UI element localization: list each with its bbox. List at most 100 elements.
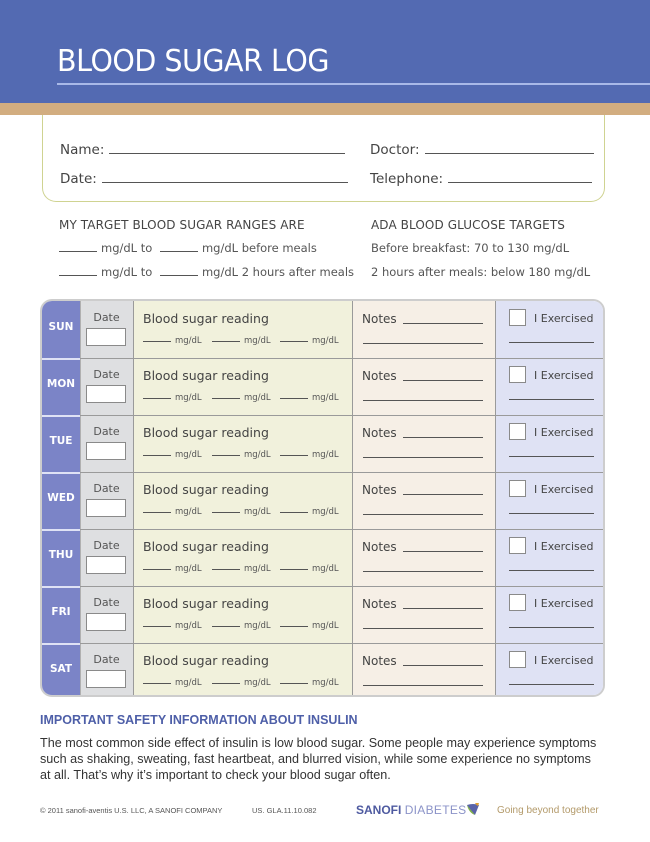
reading-input-1[interactable]: mg/dL bbox=[143, 336, 202, 346]
unit-label: mg/dL bbox=[175, 507, 202, 517]
ada-targets-heading: ADA BLOOD GLUCOSE TARGETS bbox=[371, 218, 565, 232]
exercised-checkbox[interactable] bbox=[509, 309, 526, 326]
notes-input-line[interactable] bbox=[403, 380, 483, 381]
reading-input-2[interactable]: mg/dL bbox=[212, 393, 271, 403]
unit-label: mg/dL bbox=[312, 564, 339, 574]
day-label: MON bbox=[46, 378, 76, 390]
notes-input-line[interactable] bbox=[363, 514, 483, 515]
notes-input-line[interactable] bbox=[363, 571, 483, 572]
exercise-input-line[interactable] bbox=[509, 570, 594, 571]
exercised-checkbox[interactable] bbox=[509, 594, 526, 611]
exercise-input-line[interactable] bbox=[509, 513, 594, 514]
reading-input-3[interactable]: mg/dL bbox=[280, 393, 339, 403]
header-banner: BLOOD SUGAR LOG bbox=[0, 0, 650, 103]
accent-bar bbox=[0, 103, 650, 115]
exercise-input-line[interactable] bbox=[509, 399, 594, 400]
range-text: mg/dL 2 hours after meals bbox=[201, 265, 355, 279]
date-input[interactable] bbox=[86, 499, 126, 517]
unit-label: mg/dL bbox=[312, 336, 339, 346]
notes-label: Notes bbox=[362, 483, 397, 497]
reading-label: Blood sugar reading bbox=[143, 539, 269, 554]
notes-input-line[interactable] bbox=[363, 685, 483, 686]
date-input[interactable] bbox=[86, 670, 126, 688]
safety-heading: IMPORTANT SAFETY INFORMATION ABOUT INSUL… bbox=[40, 713, 358, 727]
date-input[interactable] bbox=[86, 328, 126, 346]
notes-input-line[interactable] bbox=[403, 323, 483, 324]
doctor-input-line[interactable] bbox=[424, 153, 594, 154]
exercised-checkbox[interactable] bbox=[509, 366, 526, 383]
reading-input-3[interactable]: mg/dL bbox=[280, 678, 339, 688]
range-high-input[interactable] bbox=[159, 275, 198, 276]
notes-input-line[interactable] bbox=[403, 608, 483, 609]
day-label: SAT bbox=[49, 663, 73, 675]
exercised-checkbox[interactable] bbox=[509, 537, 526, 554]
reading-input-2[interactable]: mg/dL bbox=[212, 621, 271, 631]
unit-label: mg/dL bbox=[175, 621, 202, 631]
range-low-input[interactable] bbox=[59, 251, 97, 252]
exercised-label: I Exercised bbox=[534, 312, 594, 325]
reading-input-2[interactable]: mg/dL bbox=[212, 336, 271, 346]
telephone-field[interactable]: Telephone: bbox=[370, 171, 593, 187]
name-input-line[interactable] bbox=[109, 153, 346, 154]
date-input[interactable] bbox=[86, 385, 126, 403]
range-high-input[interactable] bbox=[159, 251, 198, 252]
exercise-input-line[interactable] bbox=[509, 684, 594, 685]
doctor-field[interactable]: Doctor: bbox=[370, 142, 594, 158]
notes-input-line[interactable] bbox=[363, 628, 483, 629]
reading-input-1[interactable]: mg/dL bbox=[143, 678, 202, 688]
name-field[interactable]: Name: bbox=[60, 142, 346, 158]
range-text: mg/dL before meals bbox=[201, 241, 317, 255]
date-input[interactable] bbox=[86, 442, 126, 460]
row-divider bbox=[42, 528, 603, 531]
notes-input-line[interactable] bbox=[363, 400, 483, 401]
reading-label: Blood sugar reading bbox=[143, 653, 269, 668]
reading-input-2[interactable]: mg/dL bbox=[212, 678, 271, 688]
reading-input-3[interactable]: mg/dL bbox=[280, 564, 339, 574]
unit-label: mg/dL bbox=[312, 678, 339, 688]
range-low-input[interactable] bbox=[59, 275, 97, 276]
reading-input-3[interactable]: mg/dL bbox=[280, 621, 339, 631]
exercise-input-line[interactable] bbox=[509, 342, 594, 343]
notes-label: Notes bbox=[362, 540, 397, 554]
notes-label: Notes bbox=[362, 597, 397, 611]
exercise-input-line[interactable] bbox=[509, 456, 594, 457]
unit-label: mg/dL bbox=[175, 678, 202, 688]
log-row-sun: SUN Date Blood sugar reading mg/dL mg/dL mg/d… bbox=[42, 301, 603, 358]
telephone-input-line[interactable] bbox=[448, 182, 593, 183]
notes-input-line[interactable] bbox=[403, 437, 483, 438]
brand-bold: SANOFI bbox=[356, 803, 402, 817]
notes-label: Notes bbox=[362, 654, 397, 668]
reading-input-1[interactable]: mg/dL bbox=[143, 564, 202, 574]
reading-input-3[interactable]: mg/dL bbox=[280, 336, 339, 346]
date-input[interactable] bbox=[86, 613, 126, 631]
notes-input-line[interactable] bbox=[403, 494, 483, 495]
reading-input-3[interactable]: mg/dL bbox=[280, 507, 339, 517]
reading-input-1[interactable]: mg/dL bbox=[143, 393, 202, 403]
log-row-tue: TUE Date Blood sugar reading mg/dL mg/dL mg/d… bbox=[42, 414, 603, 472]
reading-input-2[interactable]: mg/dL bbox=[212, 450, 271, 460]
date-input-line[interactable] bbox=[101, 182, 348, 183]
title-underline bbox=[57, 83, 650, 85]
reading-input-1[interactable]: mg/dL bbox=[143, 507, 202, 517]
reading-input-1[interactable]: mg/dL bbox=[143, 450, 202, 460]
unit-label: mg/dL bbox=[244, 450, 271, 460]
exercised-checkbox[interactable] bbox=[509, 651, 526, 668]
notes-input-line[interactable] bbox=[363, 457, 483, 458]
reading-input-1[interactable]: mg/dL bbox=[143, 621, 202, 631]
date-field[interactable]: Date: bbox=[60, 171, 348, 187]
row-divider bbox=[42, 585, 603, 588]
notes-input-line[interactable] bbox=[403, 551, 483, 552]
exercised-checkbox[interactable] bbox=[509, 480, 526, 497]
reading-input-2[interactable]: mg/dL bbox=[212, 507, 271, 517]
notes-label: Notes bbox=[362, 426, 397, 440]
row-divider bbox=[42, 357, 603, 360]
notes-input-line[interactable] bbox=[363, 343, 483, 344]
date-label: Date bbox=[93, 653, 120, 666]
exercised-checkbox[interactable] bbox=[509, 423, 526, 440]
exercise-input-line[interactable] bbox=[509, 627, 594, 628]
reading-input-3[interactable]: mg/dL bbox=[280, 450, 339, 460]
notes-input-line[interactable] bbox=[403, 665, 483, 666]
target-range-after-meals: mg/dL to mg/dL 2 hours after meals bbox=[59, 265, 354, 279]
reading-input-2[interactable]: mg/dL bbox=[212, 564, 271, 574]
date-input[interactable] bbox=[86, 556, 126, 574]
